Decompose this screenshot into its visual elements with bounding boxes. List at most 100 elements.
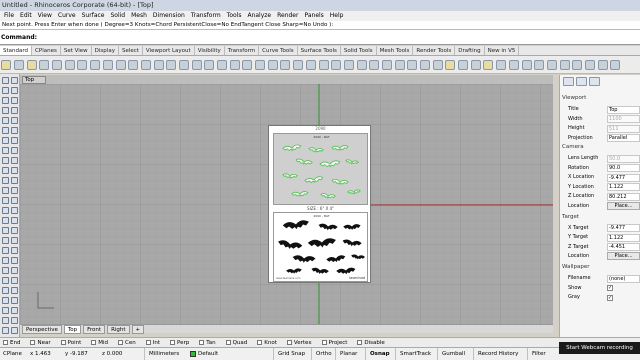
tool-icon-13-1[interactable] bbox=[11, 207, 18, 214]
tool-icon-9-1[interactable] bbox=[11, 167, 18, 174]
light-icon[interactable] bbox=[470, 60, 481, 70]
status-pane-smarttrack[interactable]: SmartTrack bbox=[395, 348, 431, 360]
menu-tools[interactable]: Tools bbox=[227, 12, 242, 19]
tool-icon-15-0[interactable] bbox=[2, 227, 9, 234]
save-icon[interactable] bbox=[26, 60, 37, 70]
select-icon[interactable] bbox=[255, 60, 266, 70]
tool-icon-9-0[interactable] bbox=[2, 167, 9, 174]
viewport-tab-perspective[interactable]: Perspective bbox=[22, 325, 62, 334]
osnap-checkbox[interactable] bbox=[257, 340, 263, 345]
row-value[interactable]: Top bbox=[607, 105, 640, 114]
tool-icon-16-1[interactable] bbox=[11, 237, 18, 244]
tool-icon-8-0[interactable] bbox=[2, 157, 9, 164]
tool-icon-10-0[interactable] bbox=[2, 177, 9, 184]
sun-icon[interactable] bbox=[483, 60, 494, 70]
osnap-checkbox[interactable] bbox=[3, 340, 8, 345]
tool-icon-16-0[interactable] bbox=[2, 237, 9, 244]
viewport-tab-right[interactable]: Right bbox=[107, 325, 130, 334]
rotate-view-icon[interactable] bbox=[140, 60, 151, 70]
layer-icon[interactable] bbox=[267, 60, 278, 70]
mesh-icon[interactable] bbox=[508, 60, 519, 70]
copy-icon[interactable] bbox=[77, 60, 88, 70]
zoom-extents-icon[interactable] bbox=[178, 60, 189, 70]
tool-icon-2-0[interactable] bbox=[2, 97, 9, 104]
boolean-union-icon[interactable] bbox=[432, 60, 443, 70]
tool-icon-19-0[interactable] bbox=[2, 267, 9, 274]
tool-icon-0-1[interactable] bbox=[11, 77, 18, 84]
split-icon[interactable] bbox=[394, 60, 405, 70]
show-icon[interactable] bbox=[343, 60, 354, 70]
row-value[interactable]: -9.477 bbox=[607, 173, 640, 182]
trim-icon[interactable] bbox=[381, 60, 392, 70]
tab-render-tools[interactable]: Render Tools bbox=[413, 46, 456, 55]
show-checkbox[interactable]: ✓ bbox=[607, 285, 613, 291]
filename-value[interactable]: (none) bbox=[607, 274, 640, 283]
explode-icon[interactable] bbox=[369, 60, 380, 70]
analyze-icon[interactable] bbox=[584, 60, 595, 70]
add-viewport-tab-button[interactable]: + bbox=[131, 325, 145, 334]
tool-icon-0-0[interactable] bbox=[2, 77, 9, 84]
redo-icon[interactable] bbox=[115, 60, 126, 70]
tool-icon-23-1[interactable] bbox=[11, 307, 18, 314]
status-pane-gumball[interactable]: Gumball bbox=[437, 348, 465, 360]
display-icon[interactable] bbox=[589, 77, 600, 86]
bat-template-image[interactable]: 2090 2090 - BAT SIZE : 6" X 4" 2090 - BA… bbox=[268, 125, 371, 283]
tool-icon-22-1[interactable] bbox=[11, 297, 18, 304]
tab-standard[interactable]: Standard bbox=[0, 46, 33, 55]
tool-icon-17-1[interactable] bbox=[11, 247, 18, 254]
row-value[interactable]: Parallel bbox=[607, 134, 640, 142]
tool-icon-22-0[interactable] bbox=[2, 297, 9, 304]
open-icon[interactable] bbox=[14, 60, 25, 70]
osnap-checkbox[interactable] bbox=[199, 340, 205, 345]
tool-icon-5-1[interactable] bbox=[11, 127, 18, 134]
layers-icon[interactable] bbox=[576, 77, 587, 86]
menu-mesh[interactable]: Mesh bbox=[131, 12, 147, 19]
hatch-icon[interactable] bbox=[559, 60, 570, 70]
tab-transform[interactable]: Transform bbox=[225, 46, 260, 55]
properties-icon[interactable] bbox=[563, 77, 574, 86]
cut-icon[interactable] bbox=[64, 60, 75, 70]
new-file-icon[interactable] bbox=[1, 60, 12, 70]
properties-icon[interactable] bbox=[280, 60, 291, 70]
row-value[interactable]: 80.212 bbox=[607, 192, 640, 201]
status-pane-grid-snap[interactable]: Grid Snap bbox=[273, 348, 305, 360]
osnap-checkbox[interactable] bbox=[145, 340, 151, 345]
osnap-checkbox[interactable] bbox=[91, 340, 97, 345]
tab-viewport-layout[interactable]: Viewport Layout bbox=[143, 46, 195, 55]
tool-icon-25-0[interactable] bbox=[2, 327, 9, 334]
tab-display[interactable]: Display bbox=[92, 46, 119, 55]
status-pane-ortho[interactable]: Ortho bbox=[311, 348, 332, 360]
set-cplane-icon[interactable] bbox=[217, 60, 228, 70]
tab-surface-tools[interactable]: Surface Tools bbox=[298, 46, 341, 55]
viewport-tab-front[interactable]: Front bbox=[83, 325, 106, 334]
menu-view[interactable]: View bbox=[38, 12, 52, 19]
camera-place-button[interactable]: Place... bbox=[607, 201, 640, 210]
tool-icon-23-0[interactable] bbox=[2, 307, 9, 314]
menu-edit[interactable]: Edit bbox=[20, 12, 32, 19]
print-icon[interactable] bbox=[39, 60, 50, 70]
tool-icon-21-0[interactable] bbox=[2, 287, 9, 294]
osnap-checkbox[interactable] bbox=[30, 340, 36, 345]
gray-checkbox[interactable]: ✓ bbox=[607, 294, 613, 301]
tab-drafting[interactable]: Drafting bbox=[455, 46, 485, 55]
menu-render[interactable]: Render bbox=[277, 12, 298, 19]
tool-icon-6-1[interactable] bbox=[11, 137, 18, 144]
tab-cplanes[interactable]: CPlanes bbox=[32, 46, 61, 55]
webcam-recording-toast[interactable]: Start Webcam recording bbox=[559, 342, 640, 354]
lock-icon[interactable] bbox=[305, 60, 316, 70]
tool-icon-12-1[interactable] bbox=[11, 197, 18, 204]
viewport-tab-top[interactable]: Top bbox=[63, 325, 82, 334]
unlock-icon[interactable] bbox=[318, 60, 329, 70]
osnap-checkbox[interactable] bbox=[286, 340, 292, 345]
osnap-checkbox[interactable] bbox=[357, 340, 363, 345]
tool-icon-2-1[interactable] bbox=[11, 97, 18, 104]
units-display[interactable]: Millimeters bbox=[144, 348, 179, 360]
status-pane-filter[interactable]: Filter bbox=[527, 348, 546, 360]
render-icon[interactable] bbox=[445, 60, 456, 70]
set-view-icon[interactable] bbox=[229, 60, 240, 70]
text-icon[interactable] bbox=[546, 60, 557, 70]
status-pane-planar[interactable]: Planar bbox=[335, 348, 357, 360]
menu-help[interactable]: Help bbox=[330, 12, 344, 19]
texture-icon[interactable] bbox=[521, 60, 532, 70]
tool-icon-21-1[interactable] bbox=[11, 287, 18, 294]
